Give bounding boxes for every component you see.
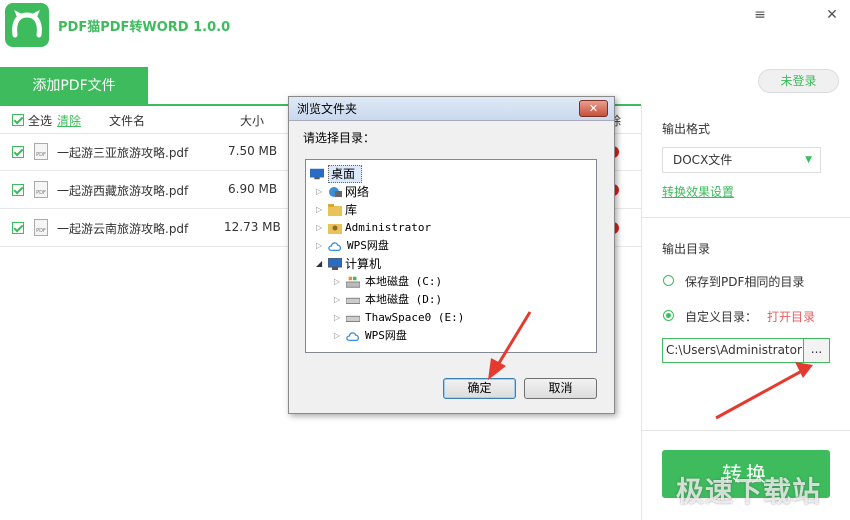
row-checkbox[interactable] [12,184,24,196]
clear-link[interactable]: 清除 [57,112,81,129]
dialog-prompt: 请选择目录： [303,131,376,145]
cancel-button[interactable]: 取消 [524,378,597,399]
drive-icon [346,297,360,304]
tree-label: Administrator [345,221,432,234]
divider [642,217,850,218]
custom-dir-radio[interactable] [663,310,674,321]
tree-label: WPS网盘 [347,239,389,252]
expand-arrow-icon[interactable]: ▷ [334,273,342,291]
folder-tree[interactable]: 桌面 ▷ 网络 ▷ 库 ▷ Administrator ▷ WPS网盘 ◢ 计算… [305,159,597,353]
effect-settings-link[interactable]: 转换效果设置 [662,183,734,200]
expand-arrow-icon[interactable]: ▷ [334,327,342,345]
tree-label: 本地磁盘 (D:) [365,293,443,306]
divider [642,430,850,431]
tree-label: 网络 [345,185,370,199]
computer-icon [328,258,342,270]
expand-arrow-icon[interactable]: ▷ [334,309,342,327]
settings-panel: 输出格式 DOCX文件 ▼ 转换效果设置 输出目录 保存到PDF相同的目录 自定… [641,105,850,520]
tree-item-administrator[interactable]: ▷ Administrator [316,219,516,237]
pdf-file-icon: PDF [34,143,48,160]
close-window-icon[interactable]: ✕ [823,6,841,24]
pdf-file-icon: PDF [34,181,48,198]
tree-item-desktop[interactable]: 桌面 [310,165,460,183]
expand-arrow-icon[interactable]: ▷ [316,183,324,201]
chevron-down-icon: ▼ [805,155,812,165]
row-checkbox[interactable] [12,146,24,158]
collapse-arrow-icon[interactable]: ◢ [316,255,324,273]
expand-arrow-icon[interactable]: ▷ [334,291,342,309]
open-dir-link[interactable]: 打开目录 [767,308,815,325]
output-dir-label: 输出目录 [662,242,711,256]
ok-button[interactable]: 确定 [443,378,516,399]
app-title: PDF猫PDF转WORD 1.0.0 [58,20,231,35]
tree-item-drive-e[interactable]: ▷ ThawSpace0 (E:) [334,309,554,327]
select-all-label[interactable]: 全选 [28,112,52,129]
tree-label: ThawSpace0 (E:) [365,311,465,324]
add-pdf-button[interactable]: 添加PDF文件 [0,67,148,105]
tree-label: WPS网盘 [365,329,407,342]
tree-item-wps-cloud[interactable]: ▷ WPS网盘 [316,237,466,255]
file-size: 12.73 MB [224,220,281,234]
column-header-name: 文件名 [109,114,146,128]
app-logo [5,3,49,47]
expand-arrow-icon[interactable]: ▷ [316,237,324,255]
output-path-input[interactable]: C:\Users\Administrator [662,338,804,363]
drive-icon [346,315,360,322]
tree-label: 本地磁盘 (C:) [365,275,443,288]
file-name: 一起游三亚旅游攻略.pdf [57,146,189,160]
menu-icon[interactable]: ≡ [751,6,769,24]
pdf-file-icon: PDF [34,219,48,236]
expand-arrow-icon[interactable]: ▷ [316,219,324,237]
file-name: 一起游云南旅游攻略.pdf [57,222,189,236]
tree-item-computer[interactable]: ◢ 计算机 [316,255,466,273]
title-bar: PDF猫PDF转WORD 1.0.0 ≡ ✕ [0,0,850,62]
browse-folder-dialog: 浏览文件夹 ✕ 请选择目录： 桌面 ▷ 网络 ▷ 库 ▷ Administrat… [288,96,615,414]
tree-item-network[interactable]: ▷ 网络 [316,183,466,201]
file-size: 6.90 MB [228,182,278,196]
browse-button[interactable]: ... [804,338,830,363]
select-all-checkbox[interactable] [12,114,24,126]
same-dir-radio[interactable] [663,275,674,286]
output-format-value: DOCX文件 [673,153,733,167]
tree-label: 桌面 [331,167,356,181]
network-icon [329,187,342,197]
row-checkbox[interactable] [12,222,24,234]
cloud-icon [328,242,342,252]
custom-dir-label[interactable]: 自定义目录： [685,308,757,325]
file-name: 一起游西藏旅游攻略.pdf [57,184,189,198]
tree-item-wps-cloud-2[interactable]: ▷ WPS网盘 [334,327,534,345]
watermark: 极速下载站 [676,475,822,508]
tree-label: 计算机 [345,257,382,271]
output-format-label: 输出格式 [662,122,711,136]
system-drive-icon [346,276,360,288]
cloud-icon [346,332,360,342]
tree-item-drive-c[interactable]: ▷ 本地磁盘 (C:) [334,273,534,291]
tree-label: 库 [345,203,358,217]
dialog-title: 浏览文件夹 [289,97,614,121]
output-format-select[interactable]: DOCX文件 ▼ [662,147,821,173]
library-icon [328,204,342,216]
dialog-close-button[interactable]: ✕ [579,100,608,117]
file-size: 7.50 MB [228,144,278,158]
tree-item-library[interactable]: ▷ 库 [316,201,466,219]
desktop-icon [310,168,324,180]
expand-arrow-icon[interactable]: ▷ [316,201,324,219]
tree-item-drive-d[interactable]: ▷ 本地磁盘 (D:) [334,291,534,309]
login-button[interactable]: 未登录 [758,69,839,93]
same-dir-label[interactable]: 保存到PDF相同的目录 [685,273,804,290]
user-folder-icon [328,224,342,234]
column-header-size: 大小 [240,114,265,128]
